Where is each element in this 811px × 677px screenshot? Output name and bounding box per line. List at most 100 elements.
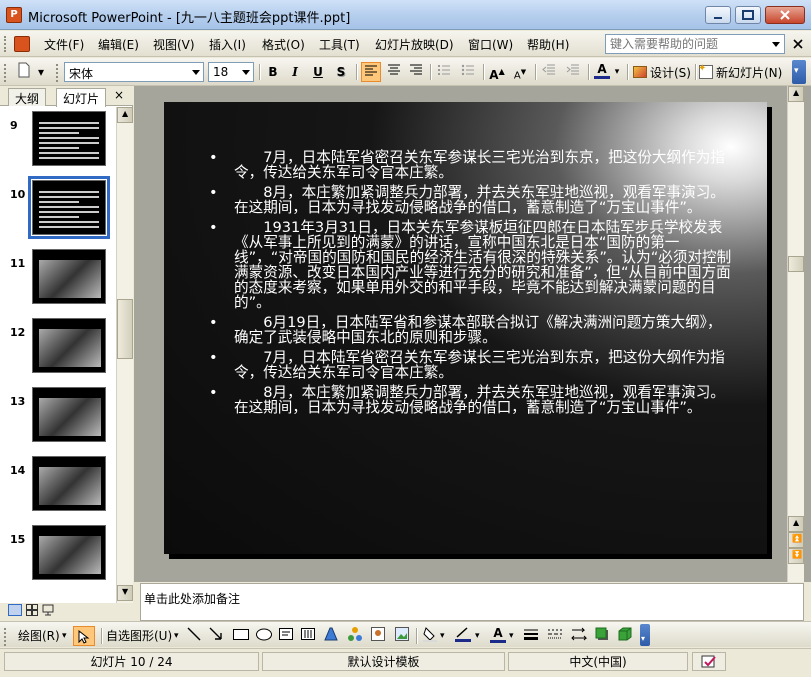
rectangle-tool-icon[interactable] bbox=[232, 626, 250, 646]
scrollbar-thumb[interactable] bbox=[788, 256, 804, 272]
notes-pane[interactable]: 单击此处添加备注 bbox=[140, 583, 804, 621]
font-color-arrow-icon[interactable]: ▾ bbox=[509, 626, 514, 646]
slide-sorter-view-button[interactable] bbox=[26, 604, 38, 616]
close-window-button[interactable] bbox=[765, 6, 805, 24]
language-status[interactable]: 中文(中国) bbox=[508, 652, 688, 671]
help-search-box[interactable] bbox=[605, 34, 785, 54]
new-document-icon[interactable] bbox=[14, 62, 34, 82]
autoshapes-arrow-icon[interactable]: ▾ bbox=[174, 626, 179, 646]
dash-style-icon[interactable] bbox=[546, 626, 564, 646]
help-search-input[interactable] bbox=[606, 35, 766, 53]
bold-button[interactable]: B bbox=[263, 62, 283, 82]
spelling-status-icon[interactable] bbox=[692, 652, 726, 671]
drawing-toolbar-options-button[interactable]: ▾ bbox=[640, 624, 650, 646]
fill-color-icon[interactable] bbox=[422, 626, 438, 646]
scroll-down-arrow[interactable]: ▼ bbox=[117, 585, 133, 601]
menu-window[interactable]: 窗口(W) bbox=[468, 36, 513, 53]
design-template-status[interactable]: 默认设计模板 bbox=[262, 652, 505, 671]
slide-thumbnail[interactable]: 10 bbox=[0, 176, 115, 240]
slide-thumbnail-preview[interactable] bbox=[32, 525, 106, 580]
document-icon[interactable] bbox=[14, 36, 30, 52]
increase-font-size-button[interactable]: A▲ bbox=[487, 62, 507, 82]
menu-format[interactable]: 格式(O) bbox=[262, 36, 305, 53]
minimize-button[interactable] bbox=[705, 6, 731, 24]
toolbar-options-button[interactable]: ▾ bbox=[792, 60, 806, 84]
slide-bullet-paragraph[interactable]: • 7月，日本陆军省密召关东军参谋长三宅光治到东京，把这份大纲作为指令，传达给关… bbox=[204, 150, 734, 180]
vertical-textbox-tool-icon[interactable] bbox=[300, 626, 316, 646]
scroll-up-arrow[interactable]: ▲ bbox=[117, 107, 133, 123]
toolbar-grip[interactable] bbox=[4, 628, 8, 646]
slide-thumbnail[interactable]: 14 bbox=[0, 456, 115, 516]
menu-tools[interactable]: 工具(T) bbox=[319, 36, 360, 53]
slide-thumbnail[interactable]: 9 bbox=[0, 111, 115, 171]
next-slide-button[interactable]: ⏬ bbox=[788, 548, 804, 564]
font-color-button[interactable]: A bbox=[592, 62, 612, 82]
slide-body-text[interactable]: • 7月，日本陆军省密召关东军参谋长三宅光治到东京，把这份大纲作为指令，传达给关… bbox=[204, 150, 734, 420]
arrow-style-icon[interactable] bbox=[570, 626, 588, 646]
slide-thumbnail[interactable]: 11 bbox=[0, 249, 115, 309]
3d-style-icon[interactable] bbox=[617, 626, 633, 646]
close-pane-icon[interactable]: × bbox=[114, 88, 124, 102]
oval-tool-icon[interactable] bbox=[255, 626, 273, 646]
slide-thumbnail-preview[interactable] bbox=[32, 318, 106, 373]
draw-menu-button[interactable]: 绘图(R) bbox=[18, 626, 60, 646]
wordart-tool-icon[interactable] bbox=[323, 626, 339, 646]
scrollbar-thumb[interactable] bbox=[117, 299, 133, 359]
slide-thumbnail-preview[interactable] bbox=[32, 387, 106, 442]
bullets-button[interactable] bbox=[458, 62, 478, 82]
diagram-tool-icon[interactable] bbox=[347, 626, 363, 646]
font-color-arrow-icon[interactable]: ▾ bbox=[612, 62, 622, 82]
slide-thumbnail[interactable]: 15 bbox=[0, 525, 115, 585]
font-size-combo[interactable]: 18 bbox=[208, 62, 254, 82]
font-name-combo[interactable]: 宋体 bbox=[64, 62, 204, 82]
tab-outline[interactable]: 大纲 bbox=[8, 88, 47, 106]
design-button[interactable]: 设计(S) bbox=[650, 64, 691, 81]
menu-help[interactable]: 帮助(H) bbox=[527, 36, 569, 53]
clipart-tool-icon[interactable] bbox=[370, 626, 386, 646]
slide-thumbnail-preview[interactable] bbox=[32, 111, 106, 166]
numbering-button[interactable] bbox=[434, 62, 454, 82]
line-style-icon[interactable] bbox=[522, 626, 540, 646]
toolbar-grip[interactable] bbox=[4, 64, 8, 82]
scroll-up-arrow[interactable]: ▲ bbox=[788, 516, 804, 532]
slide-bullet-paragraph[interactable]: • 1931年3月31日，日本关东军参谋板垣征四郎在日本陆军步兵学校发表《从军事… bbox=[204, 220, 734, 310]
select-objects-button[interactable] bbox=[73, 626, 95, 646]
slide-area-scrollbar[interactable]: ▲ ▲ ⏫ ⏬ bbox=[787, 86, 804, 582]
line-color-icon[interactable] bbox=[454, 626, 472, 646]
current-slide[interactable]: • 7月，日本陆军省密召关东军参谋长三宅光治到东京，把这份大纲作为指令，传达给关… bbox=[164, 102, 767, 554]
slide-bullet-paragraph[interactable]: • 7月，日本陆军省密召关东军参谋长三宅光治到东京，把这份大纲作为指令，传达给关… bbox=[204, 350, 734, 380]
slide-thumbnail-preview[interactable] bbox=[32, 456, 106, 511]
italic-button[interactable]: I bbox=[285, 62, 305, 82]
font-size-arrow-icon[interactable] bbox=[242, 70, 250, 75]
help-dropdown-arrow-icon[interactable] bbox=[772, 42, 780, 47]
previous-slide-button[interactable]: ⏫ bbox=[788, 532, 804, 548]
textbox-tool-icon[interactable] bbox=[278, 626, 294, 646]
slide-bullet-paragraph[interactable]: • 6月19日，日本陆军省和参谋本部联合拟订《解决满洲问题方策大纲》，确定了武装… bbox=[204, 315, 734, 345]
slide-thumbnail[interactable]: 12 bbox=[0, 318, 115, 378]
font-color-drawing-button[interactable]: A bbox=[490, 626, 506, 646]
line-tool-icon[interactable] bbox=[186, 626, 202, 646]
line-color-arrow-icon[interactable]: ▾ bbox=[475, 626, 480, 646]
fill-color-arrow-icon[interactable]: ▾ bbox=[440, 626, 445, 646]
slide-thumbnail-preview[interactable] bbox=[28, 176, 110, 239]
menu-view[interactable]: 视图(V) bbox=[153, 36, 195, 53]
draw-menu-arrow-icon[interactable]: ▾ bbox=[62, 626, 67, 646]
toolbar-overflow-icon[interactable]: ▾ bbox=[36, 62, 46, 82]
menu-grip[interactable] bbox=[4, 36, 8, 52]
slide-thumbnail[interactable]: 13 bbox=[0, 387, 115, 447]
align-center-button[interactable] bbox=[384, 62, 404, 82]
menu-file[interactable]: 文件(F) bbox=[44, 36, 84, 53]
menu-insert[interactable]: 插入(I) bbox=[209, 36, 246, 53]
shadow-button[interactable]: S bbox=[331, 62, 351, 82]
menu-edit[interactable]: 编辑(E) bbox=[98, 36, 139, 53]
arrow-tool-icon[interactable] bbox=[208, 626, 224, 646]
slide-bullet-paragraph[interactable]: • 8月，本庄繁加紧调整兵力部署，并去关东军驻地巡视，观看军事演习。在这期间，日… bbox=[204, 385, 734, 415]
align-right-button[interactable] bbox=[406, 62, 426, 82]
autoshapes-button[interactable]: 自选图形(U) bbox=[106, 626, 172, 646]
decrease-indent-button[interactable] bbox=[539, 62, 559, 82]
shadow-style-icon[interactable] bbox=[594, 626, 610, 646]
insert-picture-icon[interactable] bbox=[394, 626, 410, 646]
toolbar-grip-2[interactable] bbox=[56, 64, 60, 82]
underline-button[interactable]: U bbox=[308, 62, 328, 82]
align-left-button[interactable] bbox=[361, 62, 381, 82]
